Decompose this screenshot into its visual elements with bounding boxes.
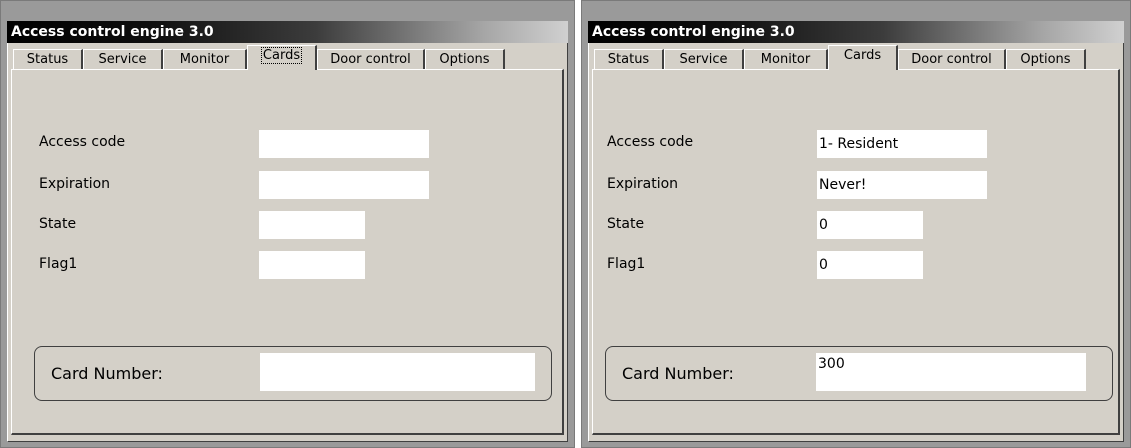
card-number-label: Card Number: [622,364,734,383]
access-code-label: Access code [607,134,694,150]
cards-panel: Access code 1- Resident Expiration Never… [592,69,1120,435]
tab-status[interactable]: Status [13,49,83,69]
tab-door-control[interactable]: Door control [317,49,425,69]
state-field[interactable]: 0 [817,211,923,239]
tab-cards[interactable]: Cards [247,45,317,70]
tab-monitor[interactable]: Monitor [744,49,828,69]
tab-cards[interactable]: Cards [828,45,898,70]
card-number-field[interactable]: 300 [816,353,1086,391]
tab-monitor[interactable]: Monitor [163,49,247,69]
cards-panel: Access code Expiration State Flag1 Card … [11,69,564,435]
window-title: Access control engine 3.0 [7,21,568,43]
access-code-label: Access code [39,134,126,150]
card-number-group: Card Number: 300 [605,346,1113,401]
tab-options[interactable]: Options [425,49,505,69]
flag1-field[interactable]: 0 [817,251,923,279]
flag1-label: Flag1 [39,256,78,272]
card-number-group: Card Number: [34,346,552,401]
state-field[interactable] [259,211,365,239]
state-label: State [607,216,645,232]
tab-service[interactable]: Service [664,49,744,69]
expiration-field[interactable]: Never! [817,171,987,199]
tab-door-control[interactable]: Door control [898,49,1006,69]
window-left: Access control engine 3.0 Status Service… [0,0,575,448]
expiration-field[interactable] [259,171,429,199]
access-code-field[interactable]: 1- Resident [817,130,987,158]
expiration-label: Expiration [39,176,111,192]
card-number-field[interactable] [260,353,535,391]
flag1-field[interactable] [259,251,365,279]
expiration-label: Expiration [607,176,679,192]
window-title: Access control engine 3.0 [588,21,1124,43]
tab-options[interactable]: Options [1006,49,1086,69]
tab-status[interactable]: Status [594,49,664,69]
window-right: Access control engine 3.0 Status Service… [581,0,1131,448]
tab-service[interactable]: Service [83,49,163,69]
state-label: State [39,216,77,232]
flag1-label: Flag1 [607,256,646,272]
access-code-field[interactable] [259,130,429,158]
card-number-label: Card Number: [51,364,163,383]
